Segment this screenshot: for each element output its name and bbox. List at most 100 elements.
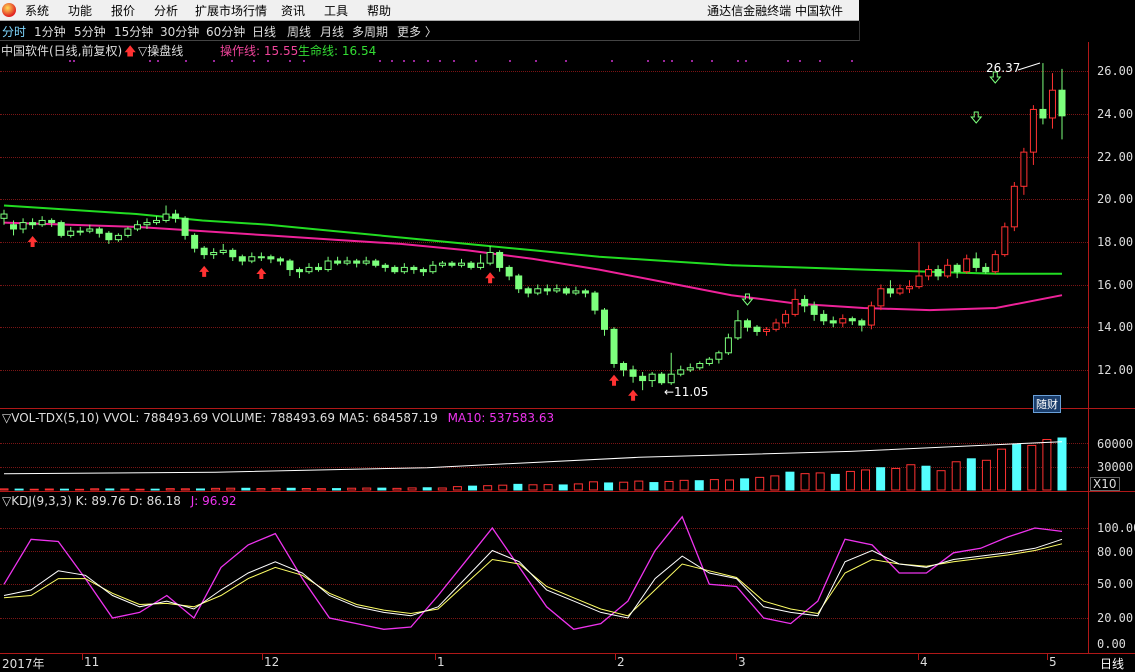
candle-body <box>57 222 65 236</box>
high-pointer <box>1017 62 1041 71</box>
date-axis: 2017年 11 12 1 2 3 4 5 日线 <box>0 653 1135 672</box>
chart-canvas[interactable] <box>0 0 1088 653</box>
candle-body <box>400 266 408 273</box>
candle-body <box>562 288 570 294</box>
buy-signal-arrow <box>199 265 210 277</box>
buy-signal-arrow <box>27 235 38 247</box>
candle-body <box>858 320 866 326</box>
volume-ma5 <box>3 441 1063 475</box>
candle-body <box>133 224 141 230</box>
volume-bar <box>332 488 342 491</box>
candle-body <box>448 262 456 266</box>
candle-body <box>667 373 675 384</box>
volume-bar <box>347 487 357 491</box>
date-label: 1 <box>437 655 445 669</box>
volume-bar <box>876 467 886 491</box>
volume-bar <box>649 482 659 491</box>
signal-dot <box>413 60 415 62</box>
volume-bar <box>906 464 916 491</box>
volume-bar <box>392 487 402 491</box>
candle-body <box>467 262 475 268</box>
candle-body <box>1039 108 1047 119</box>
candle-body <box>95 228 103 234</box>
volume-bar <box>256 488 266 491</box>
volume-bar <box>785 471 795 491</box>
volume-bar <box>740 478 750 491</box>
signal-dot <box>647 60 649 62</box>
signal-dot <box>69 60 71 62</box>
buy-signal-arrow <box>609 374 620 386</box>
candle-body <box>362 260 370 264</box>
candle-body <box>600 309 608 330</box>
candle-body <box>944 264 952 277</box>
candle-body <box>10 224 18 230</box>
candle-body <box>1010 185 1018 228</box>
candle-body <box>76 230 84 233</box>
candle-body <box>334 260 342 264</box>
candle-body <box>48 219 56 224</box>
candle-body <box>29 222 37 226</box>
price-label: 14.00 <box>1097 320 1134 334</box>
candle-body <box>610 328 618 364</box>
kdj-d-line <box>3 543 1063 617</box>
candle-body <box>153 219 161 224</box>
signal-dot <box>691 60 693 62</box>
volume-bar <box>44 488 54 491</box>
period-indicator[interactable]: 日线 <box>1100 655 1124 672</box>
volume-bar <box>588 481 598 491</box>
volume-bar <box>997 448 1007 491</box>
signal-dot <box>819 60 821 62</box>
candle-body <box>315 266 323 271</box>
price-label: 26.00 <box>1097 64 1134 78</box>
volume-bar <box>845 470 855 491</box>
candle-body <box>620 362 628 371</box>
signal-dot <box>787 60 789 62</box>
signal-dot <box>565 60 567 62</box>
date-label: 2 <box>617 655 625 669</box>
candle-body <box>458 262 466 266</box>
volume-bar <box>679 479 689 491</box>
candle-body <box>925 269 933 277</box>
signal-dot <box>427 60 429 62</box>
volume-bar <box>135 488 145 491</box>
signal-dot <box>231 60 233 62</box>
volume-bar <box>981 459 991 491</box>
volume-bar <box>861 469 871 491</box>
volume-bar <box>105 488 115 491</box>
volume-bar <box>830 473 840 491</box>
volume-bar <box>573 483 583 491</box>
volume-bar <box>286 487 296 491</box>
volume-bar <box>241 487 251 491</box>
candle-body <box>677 369 685 375</box>
volume-bar <box>75 488 85 491</box>
high-annotation: 26.37 <box>986 61 1021 75</box>
signal-dot <box>391 60 393 62</box>
volume-bar <box>619 481 629 491</box>
candle-body <box>581 290 589 294</box>
signal-dot <box>737 60 739 62</box>
volume-bar <box>195 488 205 491</box>
candle-body <box>219 249 227 253</box>
volume-bar <box>377 487 387 491</box>
candle-body <box>972 258 980 268</box>
candle-body <box>543 288 551 292</box>
signal-dot <box>799 60 801 62</box>
candle-body <box>934 269 942 277</box>
candle-body <box>295 269 303 273</box>
buy-signal-arrow <box>628 389 639 401</box>
volume-header: ▽VOL-TDX(5,10) VVOL: 788493.69 VOLUME: 7… <box>2 411 560 425</box>
kdj-axis-label: 100.00 <box>1097 521 1135 535</box>
candle-body <box>743 320 751 328</box>
signal-dot <box>509 60 511 62</box>
candle-body <box>1001 226 1009 256</box>
date-label: 4 <box>920 655 928 669</box>
price-label: 18.00 <box>1097 235 1134 249</box>
sell-signal-arrow <box>970 111 983 124</box>
candle-body <box>381 264 389 268</box>
volume-bar <box>921 465 931 491</box>
volume-bar <box>966 458 976 491</box>
signal-dot <box>611 60 613 62</box>
news-badge[interactable]: 随财 <box>1033 395 1061 413</box>
candle-body <box>686 367 694 371</box>
signal-dot <box>253 60 255 62</box>
